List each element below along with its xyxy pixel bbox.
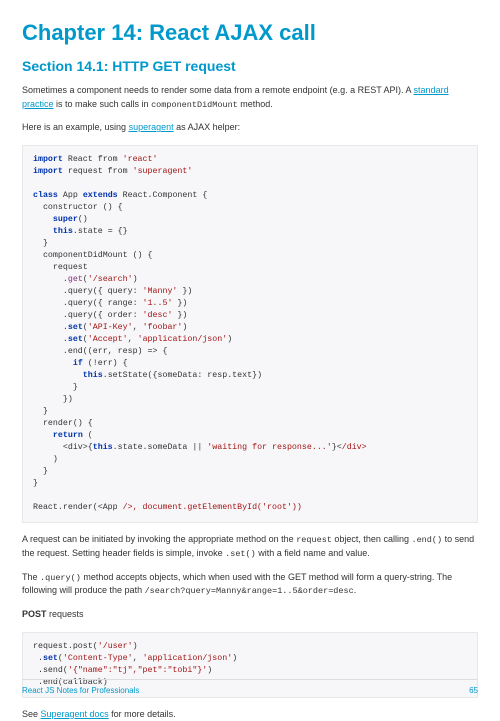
paragraph-see-docs: See Superagent docs for more details. — [22, 708, 478, 721]
code-inline: componentDidMount — [151, 100, 238, 110]
link-superagent[interactable]: superagent — [129, 122, 174, 132]
page-footer: React JS Notes for Professionals 65 — [22, 679, 478, 695]
chapter-title: Chapter 14: React AJAX call — [22, 20, 478, 46]
footer-title: React JS Notes for Professionals — [22, 686, 139, 695]
code-inline: .end() — [411, 535, 442, 545]
paragraph-query-info: The .query() method accepts objects, whi… — [22, 571, 478, 599]
text: Sometimes a component needs to render so… — [22, 85, 414, 95]
paragraph-example-intro: Here is an example, using superagent as … — [22, 121, 478, 135]
text-bold: POST — [22, 609, 47, 619]
text: object, then calling — [332, 534, 412, 544]
code-block-main: import React from 'react' import request… — [22, 145, 478, 523]
paragraph-intro: Sometimes a component needs to render so… — [22, 84, 478, 111]
text: requests — [47, 609, 84, 619]
code-inline: request — [296, 535, 332, 545]
text: method. — [238, 99, 273, 109]
text: for more details. — [109, 709, 176, 719]
text: with a field name and value. — [256, 548, 370, 558]
code-inline: .query() — [40, 573, 81, 583]
code-inline: /search?query=Manny&range=1..5&order=des… — [145, 586, 354, 596]
text: A request can be initiated by invoking t… — [22, 534, 296, 544]
section-title: Section 14.1: HTTP GET request — [22, 58, 478, 74]
link-superagent-docs[interactable]: Superagent docs — [41, 709, 109, 719]
code-inline: .set() — [225, 549, 256, 559]
text: as AJAX helper: — [174, 122, 241, 132]
paragraph-request-info: A request can be initiated by invoking t… — [22, 533, 478, 561]
text: is to make such calls in — [54, 99, 152, 109]
text: The — [22, 572, 40, 582]
text: See — [22, 709, 41, 719]
paragraph-post-heading: POST requests — [22, 608, 478, 622]
footer-page-number: 65 — [469, 686, 478, 695]
text: . — [354, 585, 357, 595]
text: Here is an example, using — [22, 122, 129, 132]
